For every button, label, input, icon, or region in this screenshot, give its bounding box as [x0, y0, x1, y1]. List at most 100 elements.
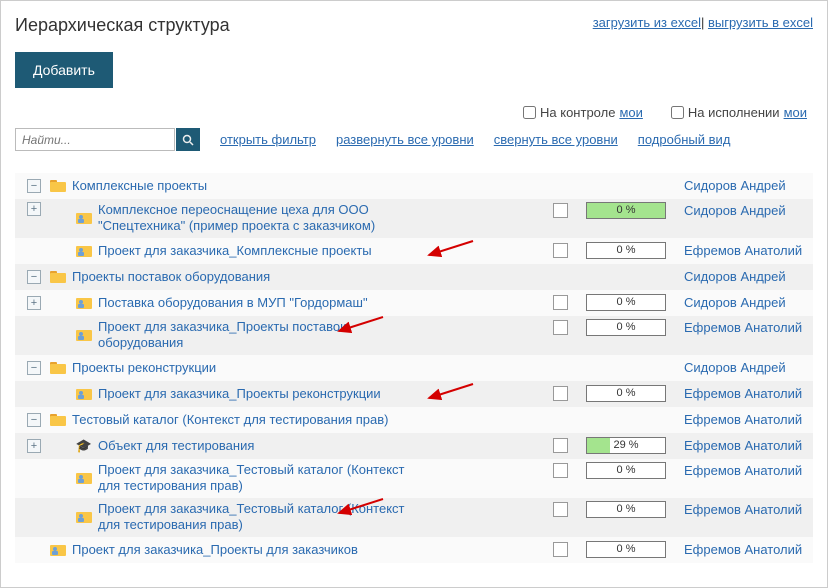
- import-excel-link[interactable]: загрузить из excel: [593, 15, 701, 30]
- row-checkbox[interactable]: [553, 542, 568, 557]
- tree-row: Проект для заказчика_Проекты поставок об…: [15, 316, 813, 355]
- search-box: [15, 128, 200, 151]
- tree-row: − Тестовый каталог (Контекст для тестиров…: [15, 407, 813, 433]
- red-arrow-icon: [335, 315, 385, 333]
- expand-toggle[interactable]: +: [27, 296, 41, 310]
- progress-bar: 29 %: [586, 437, 666, 454]
- tree-node-label[interactable]: Проекты поставок оборудования: [72, 269, 270, 284]
- tree-node-label[interactable]: Объект для тестирования: [98, 438, 254, 453]
- on-control-mine-link[interactable]: мои: [619, 105, 642, 120]
- open-filter-link[interactable]: открыть фильтр: [220, 132, 316, 147]
- tree-row: Проект для заказчика_Тестовый каталог (К…: [15, 498, 813, 537]
- folder-icon: [49, 360, 67, 376]
- progress-bar: 0 %: [586, 541, 666, 558]
- tree-node-label[interactable]: Поставка оборудования в МУП "Гордормаш": [98, 295, 368, 310]
- tree-node-label[interactable]: Тестовый каталог (Контекст для тестирова…: [72, 412, 388, 427]
- search-input[interactable]: [15, 128, 175, 151]
- tree-node-label[interactable]: Комплексные проекты: [72, 178, 207, 193]
- tree-row: − Проекты реконструкции Сидоров Андрей: [15, 355, 813, 381]
- progress-bar: 0 %: [586, 202, 666, 219]
- expand-all-link[interactable]: развернуть все уровни: [336, 132, 474, 147]
- row-checkbox[interactable]: [553, 502, 568, 517]
- expand-toggle[interactable]: +: [27, 202, 41, 216]
- row-checkbox[interactable]: [553, 295, 568, 310]
- tree-node-label[interactable]: Проекты реконструкции: [72, 360, 216, 375]
- folder-icon: [49, 412, 67, 428]
- tree-row: + 🎓 Объект для тестирования 29 % Ефремов Ана…: [15, 433, 813, 459]
- tree-row: Проект для заказчика_Тестовый каталог (К…: [15, 459, 813, 498]
- row-checkbox[interactable]: [553, 463, 568, 478]
- red-arrow-icon: [335, 497, 385, 515]
- folder-icon: [49, 178, 67, 194]
- person-folder-icon: [75, 243, 93, 259]
- tree-node-label[interactable]: Проект для заказчика_Проекты реконструкц…: [98, 386, 381, 401]
- detailed-view-link[interactable]: подробный вид: [638, 132, 731, 147]
- owner-link[interactable]: Ефремов Анатолий: [684, 243, 809, 258]
- row-checkbox[interactable]: [553, 386, 568, 401]
- search-icon: [182, 134, 194, 146]
- owner-link[interactable]: Сидоров Андрей: [684, 360, 809, 375]
- person-folder-icon: [75, 327, 93, 343]
- page-title: Иерархическая структура: [15, 15, 230, 36]
- owner-link[interactable]: Ефремов Анатолий: [684, 412, 809, 427]
- tree-node-label[interactable]: Проект для заказчика_Комплексные проекты: [98, 243, 372, 258]
- row-checkbox[interactable]: [553, 320, 568, 335]
- owner-link[interactable]: Ефремов Анатолий: [684, 463, 809, 478]
- expand-toggle[interactable]: +: [27, 439, 41, 453]
- hat-icon: 🎓: [75, 438, 93, 454]
- row-checkbox[interactable]: [553, 438, 568, 453]
- tree-row: + Поставка оборудования в МУП "Гордормаш"…: [15, 290, 813, 316]
- collapse-toggle[interactable]: −: [27, 361, 41, 375]
- owner-link[interactable]: Ефремов Анатолий: [684, 542, 809, 557]
- toolbar: открыть фильтр развернуть все уровни све…: [15, 128, 813, 151]
- person-folder-icon: [49, 542, 67, 558]
- person-folder-icon: [75, 386, 93, 402]
- tree-row: − Проекты поставок оборудования Сидоров Ан…: [15, 264, 813, 290]
- owner-link[interactable]: Ефремов Анатолий: [684, 438, 809, 453]
- tree-row: Проект для заказчика_Проекты для заказчи…: [15, 537, 813, 563]
- export-excel-link[interactable]: выгрузить в excel: [708, 15, 813, 30]
- export-links: загрузить из excel| выгрузить в excel: [593, 15, 813, 30]
- red-arrow-icon: [425, 239, 475, 257]
- tree: − Комплексные проекты Сидоров Андрей + Компл…: [15, 173, 813, 563]
- tree-row: Проект для заказчика_Комплексные проекты…: [15, 238, 813, 264]
- owner-link[interactable]: Ефремов Анатолий: [684, 320, 809, 335]
- progress-bar: 0 %: [586, 501, 666, 518]
- red-arrow-icon: [425, 382, 475, 400]
- tree-row: − Комплексные проекты Сидоров Андрей: [15, 173, 813, 199]
- row-checkbox[interactable]: [553, 243, 568, 258]
- progress-bar: 0 %: [586, 294, 666, 311]
- tree-node-label[interactable]: Комплексное переоснащение цеха для ООО "…: [98, 202, 428, 234]
- on-exec-label: На исполнении: [688, 105, 780, 120]
- on-control-checkbox[interactable]: [523, 106, 536, 119]
- tree-node-label[interactable]: Проект для заказчика_Проекты для заказчи…: [72, 542, 358, 557]
- progress-bar: 0 %: [586, 462, 666, 479]
- owner-link[interactable]: Ефремов Анатолий: [684, 502, 809, 517]
- person-folder-icon: [75, 470, 93, 486]
- on-control-label: На контроле: [540, 105, 615, 120]
- collapse-all-link[interactable]: свернуть все уровни: [494, 132, 618, 147]
- add-button[interactable]: Добавить: [15, 52, 113, 88]
- tree-row: Проект для заказчика_Проекты реконструкц…: [15, 381, 813, 407]
- owner-link[interactable]: Ефремов Анатолий: [684, 386, 809, 401]
- on-exec-mine-link[interactable]: мои: [784, 105, 807, 120]
- owner-link[interactable]: Сидоров Андрей: [684, 269, 809, 284]
- folder-icon: [49, 269, 67, 285]
- collapse-toggle[interactable]: −: [27, 179, 41, 193]
- on-exec-checkbox[interactable]: [671, 106, 684, 119]
- owner-link[interactable]: Сидоров Андрей: [684, 178, 809, 193]
- progress-bar: 0 %: [586, 242, 666, 259]
- owner-link[interactable]: Сидоров Андрей: [684, 203, 809, 218]
- collapse-toggle[interactable]: −: [27, 413, 41, 427]
- owner-link[interactable]: Сидоров Андрей: [684, 295, 809, 310]
- tree-row: + Комплексное переоснащение цеха для ООО …: [15, 199, 813, 238]
- collapse-toggle[interactable]: −: [27, 270, 41, 284]
- progress-bar: 0 %: [586, 385, 666, 402]
- person-folder-icon: [75, 210, 93, 226]
- row-checkbox[interactable]: [553, 203, 568, 218]
- tree-node-label[interactable]: Проект для заказчика_Тестовый каталог (К…: [98, 462, 428, 494]
- search-button[interactable]: [176, 128, 200, 151]
- person-folder-icon: [75, 295, 93, 311]
- filter-checkboxes: На контроле мои На исполнении мои: [15, 105, 813, 120]
- progress-bar: 0 %: [586, 319, 666, 336]
